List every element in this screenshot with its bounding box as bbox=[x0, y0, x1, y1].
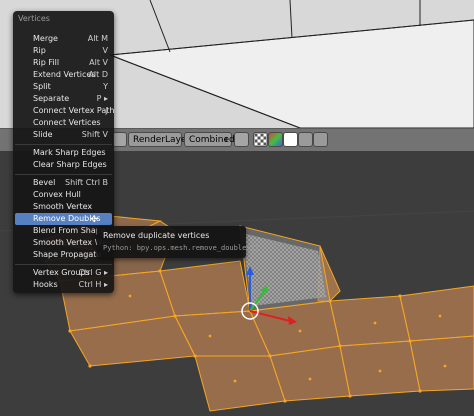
menu-item-clear-sharp-edges[interactable]: Clear Sharp Edges bbox=[15, 159, 112, 171]
menu-separator bbox=[15, 174, 112, 175]
menu-item-label: Rip Fill bbox=[33, 58, 60, 67]
menu-separator bbox=[15, 144, 112, 145]
menu-item-mark-sharp-edges[interactable]: Mark Sharp Edges bbox=[15, 147, 112, 159]
pass-cycle-icon[interactable] bbox=[234, 132, 249, 147]
menu-item-label: Smooth Vertex bbox=[33, 202, 93, 211]
menu-separator bbox=[15, 264, 112, 265]
menu-item-label: Blend From Shape bbox=[33, 226, 106, 235]
menu-item-shortcut: V bbox=[102, 46, 108, 55]
menu-item-separate[interactable]: Separate P ▸ bbox=[15, 93, 112, 105]
menu-item-merge[interactable]: Merge Alt M bbox=[15, 33, 112, 45]
menu-item-shortcut: Alt M bbox=[87, 34, 108, 43]
menu-item-label: Merge bbox=[33, 34, 58, 43]
render-layer-value: RenderLayer bbox=[133, 135, 191, 145]
menu-item-shortcut: Ctrl H ▸ bbox=[78, 280, 108, 289]
menu-item-shortcut: Shift Ctrl B bbox=[65, 178, 108, 187]
menu-item-convex-hull[interactable]: Convex Hull bbox=[15, 189, 112, 201]
menu-item-label: Hooks bbox=[33, 280, 58, 289]
menu-item-remove-doubles[interactable]: Remove Doubles ✣ bbox=[15, 213, 112, 225]
render-slot-icon[interactable] bbox=[298, 132, 313, 147]
menu-item-shortcut: Ctrl G ▸ bbox=[78, 268, 108, 277]
menu-item-slide[interactable]: Slide Shift V bbox=[15, 129, 112, 141]
menu-item-vertex-groups[interactable]: Vertex Groups Ctrl G ▸ bbox=[15, 267, 112, 279]
white-channel-icon[interactable] bbox=[283, 132, 298, 147]
menu-item-smooth-vertex[interactable]: Smooth Vertex bbox=[15, 201, 112, 213]
menu-item-extend-vertices[interactable]: Extend Vertices Alt D bbox=[15, 69, 112, 81]
menu-item-label: Shape Propagate bbox=[33, 250, 102, 259]
menu-item-label: Convex Hull bbox=[33, 190, 81, 199]
menu-item-label: Slide bbox=[33, 130, 53, 139]
render-layer-icon[interactable] bbox=[112, 132, 127, 147]
menu-item-label: Split bbox=[33, 82, 51, 91]
pass-selector[interactable]: Combined ⇕ bbox=[184, 132, 235, 147]
menu-item-shortcut: Y bbox=[103, 82, 108, 91]
menu-item-connect-vertices[interactable]: Connect Vertices bbox=[15, 117, 112, 129]
menu-item-split[interactable]: Split Y bbox=[15, 81, 112, 93]
alpha-checker-icon[interactable] bbox=[253, 132, 268, 147]
tooltip-title: Remove duplicate vertices bbox=[103, 231, 210, 240]
render-extra-icon[interactable] bbox=[313, 132, 328, 147]
remove-doubles-tooltip: Remove duplicate vertices Python: bpy.op… bbox=[97, 226, 259, 258]
menu-item-label: Clear Sharp Edges bbox=[33, 160, 107, 169]
menu-item-hooks[interactable]: Hooks Ctrl H ▸ bbox=[15, 279, 112, 291]
color-channels-icon[interactable] bbox=[268, 132, 283, 147]
menu-item-bevel[interactable]: Bevel Shift Ctrl B bbox=[15, 177, 112, 189]
menu-item-shortcut: Shift V bbox=[81, 130, 108, 139]
menu-title: Vertices bbox=[18, 14, 50, 23]
menu-item-shortcut: Alt D bbox=[88, 70, 108, 79]
pass-dropdown-icon: ⇕ bbox=[223, 136, 229, 144]
menu-item-shortcut: J bbox=[105, 106, 108, 115]
menu-item-shortcut: P ▸ bbox=[96, 94, 108, 103]
menu-item-label: Connect Vertices bbox=[33, 118, 101, 127]
menu-item-label: Extend Vertices bbox=[33, 70, 96, 79]
menu-item-label: Separate bbox=[33, 94, 70, 103]
menu-item-label: Connect Vertex Path bbox=[33, 106, 115, 115]
menu-item-connect-vertex-path[interactable]: Connect Vertex Path J bbox=[15, 105, 115, 117]
menu-item-rip-fill[interactable]: Rip Fill Alt V bbox=[15, 57, 112, 69]
menu-item-shortcut: Alt V bbox=[89, 58, 108, 67]
render-layer-selector[interactable]: RenderLayer bbox=[128, 132, 190, 147]
tooltip-python: Python: bpy.ops.mesh.remove_doubles() bbox=[103, 244, 259, 252]
menu-item-rip[interactable]: Rip V bbox=[15, 45, 112, 57]
menu-item-label: Bevel bbox=[33, 178, 56, 187]
menu-item-label: Rip bbox=[33, 46, 46, 55]
menu-item-label: Mark Sharp Edges bbox=[33, 148, 106, 157]
